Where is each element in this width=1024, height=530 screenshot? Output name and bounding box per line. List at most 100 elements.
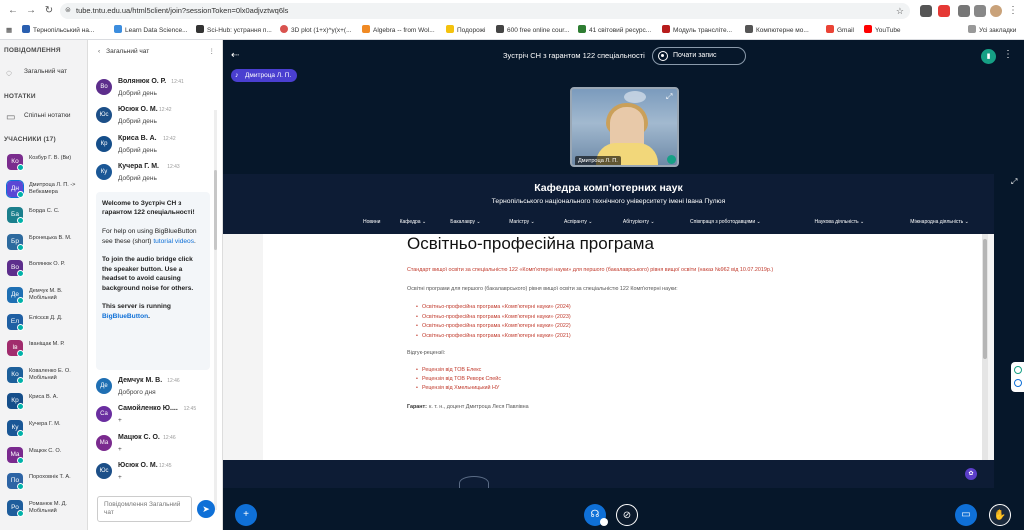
profile-avatar[interactable] (990, 5, 1002, 17)
site-menu-item[interactable]: Співпраця з роботодавцями ⌄ (690, 219, 761, 225)
user-status-icon (17, 350, 24, 358)
site-menu-item[interactable]: Кафедра ⌄ (400, 219, 427, 225)
bookmark-item[interactable]: 41 світовий ресурс... (578, 25, 651, 36)
site-menu-item[interactable]: Бакалавру ⌄ (450, 219, 480, 225)
participant-item[interactable]: Ма Мацюк С. О. (7, 444, 87, 466)
user-status-icon (17, 403, 24, 411)
chat-widget-icon[interactable]: ✿ (965, 468, 977, 480)
shared-notes-item[interactable]: ▭ Спільні нотатки (6, 112, 71, 123)
webcam-video[interactable]: ⤢ Дмитроца Л. П. (570, 87, 679, 167)
site-menu-item[interactable]: Абітурієнту ⌄ (623, 219, 655, 225)
bookmark-item[interactable]: YouTube (864, 25, 901, 36)
widget-icon-top[interactable] (1014, 366, 1022, 374)
review-link[interactable]: Рецензія від ТОВ Елекс (422, 367, 481, 373)
widget-icon-bottom[interactable] (1014, 379, 1022, 387)
chevron-left-icon[interactable]: ‹ (98, 48, 100, 55)
participant-item[interactable]: Ко Козбур Г. В. (Ви) (7, 151, 87, 173)
extensions-puzzle-icon[interactable] (958, 5, 970, 17)
bookmark-item[interactable]: Algebra -- from Wol... (362, 25, 435, 36)
presentation-fullscreen-icon[interactable]: ⤢ (1011, 177, 1017, 187)
site-menu-item[interactable]: Новини (363, 219, 380, 225)
all-bookmarks[interactable]: Усі закладки (968, 25, 1016, 36)
chat-message: Юс Юсюк О. М. 12:42 Добрий день (96, 105, 216, 133)
user-list-toggle-icon[interactable]: ⇠ (231, 50, 239, 61)
raise-hand-button[interactable]: ✋ (989, 504, 1011, 526)
program-link[interactable]: Освітньо-професійна програма «Комп'ютерн… (422, 323, 571, 329)
apps-grid-icon[interactable]: ▦ (6, 25, 12, 36)
participant-item[interactable]: Де Демчук М. В. Мобільний (7, 284, 87, 306)
standard-link[interactable]: Стандарт вищої освіти за спеціальністю 1… (407, 267, 773, 273)
participant-name: Пороховнік Т. А. (29, 474, 71, 481)
bookmark-item[interactable]: Подорожі (446, 25, 486, 36)
bookmark-star-icon[interactable]: ☆ (896, 3, 904, 19)
participant-name: Іваніщак М. Р. (29, 341, 65, 348)
actions-button[interactable]: + (235, 504, 257, 526)
extension-new-icon[interactable] (938, 5, 950, 17)
avatar: Ко (7, 154, 24, 171)
participant-item[interactable]: По Пороховнік Т. А. (7, 470, 87, 492)
chat-scrollbar[interactable] (214, 110, 217, 510)
bullet-icon: • (416, 304, 418, 310)
bullet-icon: • (416, 367, 418, 373)
extension-icon[interactable] (920, 5, 932, 17)
options-kebab-icon[interactable]: ⋮ (1003, 49, 1013, 60)
sidebar-icon[interactable] (974, 5, 986, 17)
floating-widget[interactable] (1011, 362, 1024, 392)
chat-options-icon[interactable]: ⋮ (209, 40, 216, 64)
participant-item[interactable]: Ко Коваленко Е. О. Мобільний (7, 364, 87, 386)
participant-item[interactable]: Ро Романюк М. Д. Мобільний (7, 497, 87, 519)
mic-icon: ♪ (235, 72, 239, 79)
reload-icon[interactable]: ↻ (42, 4, 56, 18)
bookmark-item[interactable]: Компютерне мо... (745, 25, 809, 36)
message-time: 12:41 (171, 79, 184, 85)
url-bar[interactable]: ⊜ tube.tntu.edu.ua/html5client/join?sess… (60, 3, 910, 19)
participant-item[interactable]: Ку Кучера Г. М. (7, 417, 87, 439)
connection-status-icon[interactable]: ▮ (981, 49, 996, 64)
sender-name: Юсюк О. М. (118, 462, 158, 470)
participant-item[interactable]: Дн Дмитроца Л. П. -> Вебкамера (6, 178, 87, 200)
audio-settings-dot[interactable] (600, 518, 608, 526)
participant-item[interactable]: Ів Іваніщак М. Р. (7, 337, 87, 359)
tutorial-videos-link[interactable]: tutorial videos (153, 238, 194, 245)
site-menu-item[interactable]: Магістру ⌄ (509, 219, 535, 225)
participant-item[interactable]: Ба Борда С. С. (7, 204, 87, 226)
layout-button[interactable]: ▭ (955, 504, 977, 526)
site-menu-item[interactable]: Наукова діяльність ⌄ (815, 219, 865, 225)
program-link[interactable]: Освітньо-професійна програма «Комп'ютерн… (422, 314, 571, 320)
bigbluebutton-link[interactable]: BigBlueButton (102, 313, 148, 320)
site-info-icon[interactable]: ⊜ (65, 3, 71, 19)
forward-icon[interactable]: → (24, 4, 38, 18)
participant-name: Дмитроца Л. П. -> Вебкамера (29, 181, 76, 195)
site-menu-item[interactable]: Аспіранту ⌄ (564, 219, 592, 225)
chat-message: Ма Мацюк С. О. 12:46 + (96, 433, 216, 461)
talking-indicator[interactable]: ♪ Дмитроца Л. П. (231, 69, 298, 82)
fullscreen-icon[interactable]: ⤢ (666, 92, 672, 102)
bookmark-item[interactable]: Тернопільський на... (22, 25, 94, 36)
emblem-decoration (624, 91, 646, 103)
bookmark-item[interactable]: 600 free online cour... (496, 25, 570, 36)
review-link[interactable]: Рецензія від Хмельницький НУ (422, 385, 499, 391)
participant-item[interactable]: Бр Бронецька В. М. (7, 231, 87, 253)
participant-item[interactable]: Во Волянюк О. Р. (7, 257, 87, 279)
public-chat-item[interactable]: ◌ Загальний чат (6, 68, 67, 79)
bookmark-item[interactable]: Learn Data Science... (114, 25, 188, 36)
bookmark-item[interactable]: Gmail (826, 25, 854, 36)
back-icon[interactable]: ← (6, 4, 20, 18)
send-button[interactable]: ➤ (197, 500, 215, 518)
video-button[interactable]: ⊘ (616, 504, 638, 526)
chat-message-input[interactable]: Повідомлення Загальний чат (97, 496, 192, 522)
program-heading: Освітньо-професійна програма (407, 234, 654, 253)
site-menu-item[interactable]: Міжнародна діяльність ⌄ (910, 219, 969, 225)
bookmark-item[interactable]: 3D plot (1+x)^y(x+(... (280, 25, 351, 36)
avatar: Ро (7, 499, 24, 517)
bookmark-item[interactable]: Sci-Hub: устрання п... (196, 25, 272, 36)
bookmark-item[interactable]: Модуль трансліте... (662, 25, 732, 36)
participants-header: УЧАСНИКИ (17) (4, 136, 56, 143)
menu-kebab-icon[interactable]: ⋮ (1006, 4, 1020, 18)
participant-item[interactable]: Ел Елісєєв Д. Д. (7, 311, 87, 333)
program-link[interactable]: Освітньо-професійна програма «Комп'ютерн… (422, 304, 571, 310)
program-link[interactable]: Освітньо-професійна програма «Комп'ютерн… (422, 333, 571, 339)
start-recording-button[interactable]: Почати запис (652, 47, 746, 65)
review-link[interactable]: Рецензія від ТОВ Реворк Спейс (422, 376, 501, 382)
participant-item[interactable]: Кр Криса В. А. (7, 390, 87, 412)
